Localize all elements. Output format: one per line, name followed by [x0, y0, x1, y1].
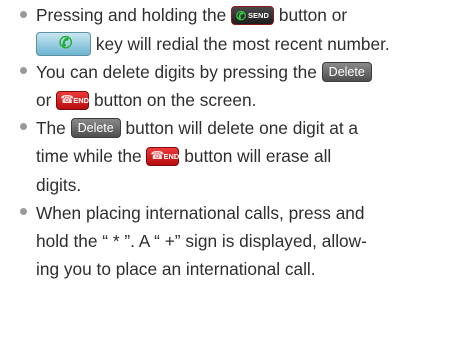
- bullet-2-line-2: or ☎ END button on the screen.: [36, 85, 256, 113]
- bullet-1-text-b: button or: [278, 5, 348, 26]
- bullet-3-text-b: button will delete one digit at a: [125, 118, 359, 139]
- bullet-4-text-c: ing you to place an international call.: [36, 259, 316, 280]
- bullet-3-line-3: digits.: [36, 169, 81, 197]
- bullet-1-text-c: key will redial the most recent number.: [95, 33, 390, 54]
- bullet-2-text-a: You can delete digits by pressing the: [36, 61, 317, 82]
- end-button: ☎ END: [56, 90, 90, 110]
- bullet-3-text-d: button will erase all: [184, 146, 332, 167]
- bullet-3-line-1: The Delete button will delete one digit …: [20, 113, 359, 141]
- delete-button: Delete: [321, 61, 372, 82]
- bullet-4-line-3: ing you to place an international call.: [36, 254, 316, 282]
- bullet-dot: [20, 123, 27, 131]
- bullet-4-text-a: When placing international calls, press …: [36, 202, 365, 223]
- phone-handset-icon: ✆: [59, 34, 73, 52]
- phone-handset-icon: ✆: [236, 8, 247, 23]
- bullet-2-line-1: You can delete digits by pressing the De…: [20, 56, 372, 84]
- bullet-1-line-2: ✆ key will redial the most recent number…: [36, 28, 390, 56]
- end-button: ☎ END: [146, 146, 180, 166]
- bullet-4-line-1: When placing international calls, press …: [20, 197, 365, 225]
- bullet-4-text-b: hold the “ * ”. A “ +” sign is displayed…: [36, 230, 367, 251]
- bullet-2-text-b: or: [36, 89, 52, 110]
- phone-hangup-icon: ☎: [60, 93, 74, 106]
- call-key: ✆: [36, 31, 91, 56]
- bullet-3-text-e: digits.: [36, 174, 82, 195]
- bullet-dot: [20, 10, 27, 18]
- send-button: ✆ SEND: [231, 5, 275, 25]
- bullet-1-text-a: Pressing and holding the: [36, 5, 227, 26]
- bullet-1-line-1: Pressing and holding the ✆ SEND button o…: [20, 0, 348, 28]
- phone-hangup-icon: ☎: [150, 149, 165, 162]
- send-button-label: SEND: [248, 10, 269, 20]
- bullet-3-text-a: The: [36, 118, 66, 139]
- bullet-3-text-c: time while the: [36, 146, 142, 167]
- bullet-dot: [20, 66, 27, 74]
- bullet-4-line-2: hold the “ * ”. A “ +” sign is displayed…: [36, 226, 367, 254]
- instruction-list: Pressing and holding the ✆ SEND button o…: [0, 0, 454, 341]
- end-button-label: END: [73, 95, 90, 105]
- bullet-dot: [20, 207, 27, 215]
- end-button-label: END: [163, 151, 180, 161]
- bullet-2-text-c: button on the screen.: [94, 89, 257, 110]
- delete-button: Delete: [70, 118, 121, 139]
- bullet-3-line-2: time while the ☎ END button will erase a…: [36, 141, 331, 169]
